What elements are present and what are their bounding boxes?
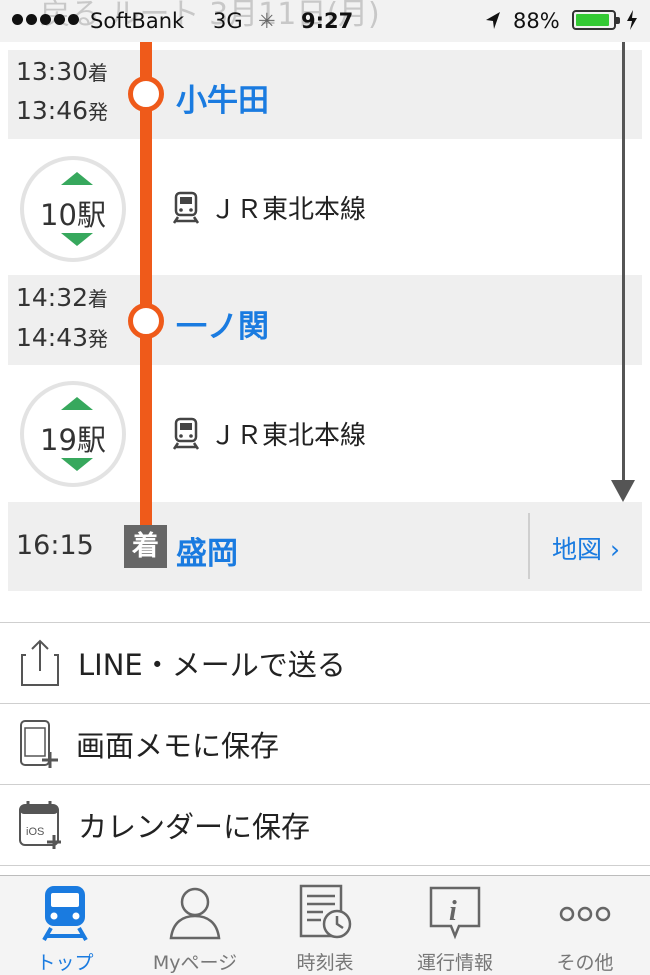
line-name: ＪＲ東北本線 bbox=[210, 195, 367, 225]
network-type: 3G bbox=[213, 9, 243, 33]
stop-node-icon bbox=[128, 76, 164, 112]
station-count-badge[interactable]: 10駅 bbox=[20, 156, 126, 262]
clock: 9:27 bbox=[301, 9, 354, 33]
timetable-icon bbox=[299, 884, 352, 939]
arrive-time: 13:30着 bbox=[16, 57, 109, 86]
info-icon: i bbox=[429, 886, 481, 940]
expand-up-icon bbox=[61, 172, 93, 185]
tab-top[interactable]: トップ bbox=[0, 876, 130, 975]
svg-text:iOS: iOS bbox=[26, 826, 44, 838]
depart-time: 13:46発 bbox=[16, 96, 109, 125]
share-icon bbox=[21, 639, 59, 686]
chevron-right-icon: › bbox=[609, 535, 620, 564]
stop-node-icon bbox=[128, 303, 164, 339]
depart-time: 14:43発 bbox=[16, 323, 109, 352]
map-label: 地図 bbox=[552, 535, 603, 564]
battery-percent: 88% bbox=[513, 9, 560, 33]
train-icon bbox=[42, 886, 88, 942]
tab-more[interactable]: その他 bbox=[520, 876, 650, 975]
train-icon bbox=[172, 417, 200, 450]
more-icon bbox=[559, 906, 611, 922]
screen-memo-icon bbox=[20, 720, 58, 768]
down-arrow-icon bbox=[611, 480, 635, 502]
station-count-badge[interactable]: 19駅 bbox=[20, 381, 126, 487]
route-detail: 13:30着 13:46発 14:32着 14:43発 16:15 小牛田 一ノ… bbox=[0, 42, 650, 622]
person-icon bbox=[169, 887, 221, 940]
line-info: ＪＲ東北本線 bbox=[172, 415, 366, 452]
calendar-icon: iOS bbox=[19, 801, 61, 849]
expand-up-icon bbox=[61, 397, 93, 410]
arrival-badge: 着 bbox=[124, 525, 167, 568]
divider bbox=[528, 513, 530, 579]
station-name[interactable]: 小牛田 bbox=[176, 75, 269, 120]
save-calendar-button[interactable]: iOS カレンダーに保存 bbox=[0, 785, 650, 866]
tab-label: Myページ bbox=[152, 952, 238, 974]
station-name[interactable]: 一ノ関 bbox=[176, 301, 269, 346]
line-info: ＪＲ東北本線 bbox=[172, 189, 366, 226]
tab-timetable[interactable]: 時刻表 bbox=[260, 876, 390, 975]
save-screen-memo-button[interactable]: 画面メモに保存 bbox=[0, 704, 650, 785]
train-icon bbox=[172, 191, 200, 224]
route-line bbox=[140, 42, 152, 540]
station-count: 19駅 bbox=[40, 423, 106, 457]
action-label: 画面メモに保存 bbox=[76, 729, 280, 763]
destination-time: 16:15 bbox=[16, 530, 94, 561]
arrive-time: 14:32着 bbox=[16, 283, 109, 312]
location-arrow-icon bbox=[486, 12, 500, 29]
charging-bolt-icon bbox=[627, 10, 637, 30]
share-line-mail-button[interactable]: LINE・メールで送る bbox=[0, 623, 650, 704]
action-label: LINE・メールで送る bbox=[78, 648, 346, 682]
action-list: LINE・メールで送る 画面メモに保存 iOS カレンダーに保存 bbox=[0, 622, 650, 866]
map-button[interactable]: 地図 › bbox=[552, 530, 620, 566]
tab-label: その他 bbox=[556, 952, 614, 974]
expand-down-icon bbox=[61, 458, 93, 471]
action-label: カレンダーに保存 bbox=[78, 810, 311, 844]
station-count: 10駅 bbox=[40, 198, 106, 232]
tab-label: 時刻表 bbox=[296, 952, 354, 974]
tab-bar: トップ Myページ 時刻表 i 運行情報 その他 bbox=[0, 875, 650, 975]
signal-strength-icon bbox=[12, 14, 79, 25]
overview-scroll-line bbox=[622, 42, 625, 484]
tab-label: トップ bbox=[36, 952, 94, 974]
tab-service-info[interactable]: i 運行情報 bbox=[390, 876, 520, 975]
carrier-name: SoftBank bbox=[90, 9, 185, 33]
expand-down-icon bbox=[61, 233, 93, 246]
battery-icon bbox=[572, 10, 620, 30]
status-bar: 戻る ルート 3月11日(月) SoftBank 3G ✳ 9:27 88% bbox=[0, 0, 650, 42]
tab-mypage[interactable]: Myページ bbox=[130, 876, 260, 975]
svg-text:i: i bbox=[449, 896, 457, 927]
destination-row[interactable] bbox=[8, 502, 642, 591]
line-name: ＪＲ東北本線 bbox=[210, 421, 367, 451]
activity-spinner-icon: ✳ bbox=[258, 9, 276, 33]
destination-name[interactable]: 盛岡 bbox=[176, 528, 238, 573]
tab-label: 運行情報 bbox=[416, 952, 493, 974]
